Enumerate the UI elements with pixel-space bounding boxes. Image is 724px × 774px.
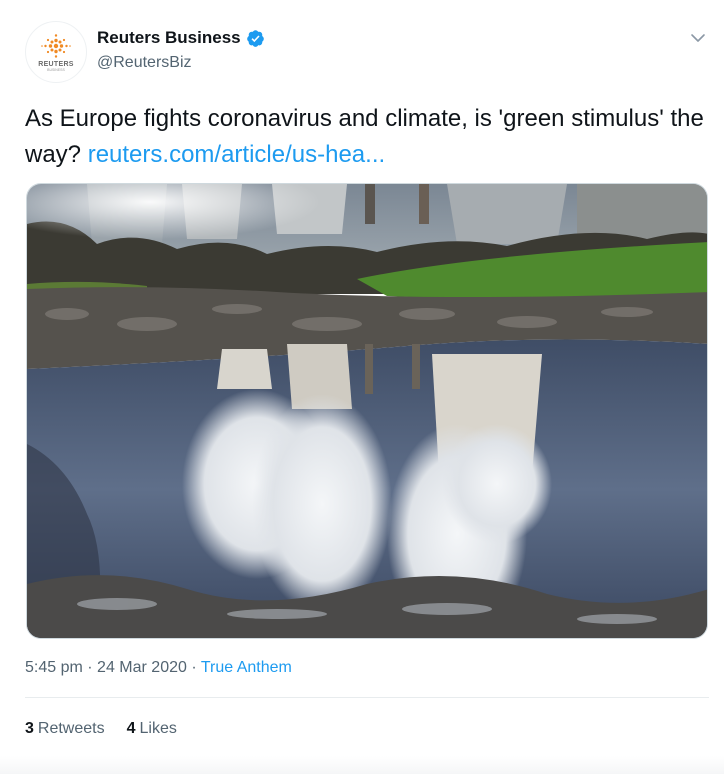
author-display-name[interactable]: Reuters Business — [97, 28, 241, 48]
likes-count: 4 — [126, 720, 136, 737]
bottom-fade — [0, 756, 724, 774]
article-link[interactable]: reuters.com/article/us-hea... — [88, 141, 385, 168]
tweet-card: REUTERS BUSINESS Reuters Business @Reute… — [0, 0, 724, 774]
divider — [25, 697, 709, 698]
chevron-down-icon[interactable] — [686, 26, 710, 50]
tweet-stats: 3 Retweets 4 Likes — [25, 720, 199, 738]
tweet-text: As Europe fights coronavirus and climate… — [25, 101, 705, 173]
tweet-time[interactable]: 5:45 pm — [25, 659, 83, 676]
meta-separator: · — [87, 659, 93, 676]
retweets-stat[interactable]: 3 Retweets — [25, 720, 105, 738]
tweet-date[interactable]: 24 Mar 2020 — [97, 659, 187, 676]
reuters-logo-icon — [41, 33, 71, 58]
verified-badge-icon — [246, 29, 264, 47]
tweet-image[interactable] — [26, 183, 708, 639]
tweet-source[interactable]: True Anthem — [201, 659, 292, 676]
avatar-subtitle: BUSINESS — [47, 67, 65, 72]
avatar[interactable]: REUTERS BUSINESS — [25, 21, 87, 83]
likes-stat[interactable]: 4 Likes — [127, 720, 177, 738]
power-station-reflection-photo — [27, 184, 707, 638]
retweets-count: 3 — [25, 720, 34, 737]
retweets-label: Retweets — [37, 720, 105, 737]
tweet-meta: 5:45 pm · 24 Mar 2020 · True Anthem — [25, 659, 292, 677]
avatar-wordmark: REUTERS — [38, 60, 74, 68]
author-name-row: Reuters Business — [97, 28, 265, 48]
author-handle[interactable]: @ReutersBiz — [97, 54, 192, 72]
likes-label: Likes — [139, 720, 177, 737]
meta-separator: · — [191, 659, 197, 676]
